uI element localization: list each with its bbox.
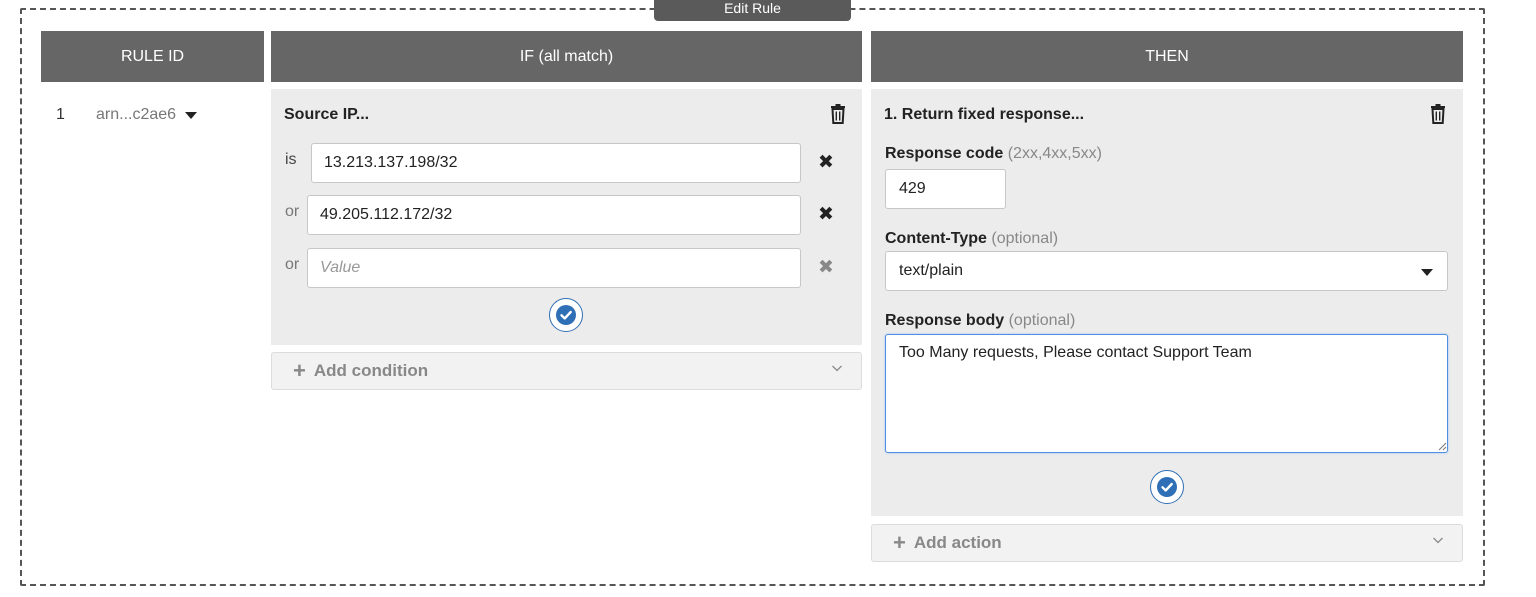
condition-title: Source IP... [284, 106, 370, 123]
close-icon[interactable]: ✖ [818, 205, 834, 225]
content-type-value: text/plain [899, 262, 964, 279]
chevron-down-icon [832, 365, 842, 372]
condition-operator: or [285, 256, 300, 273]
condition-operator: or [285, 203, 300, 220]
response-body-label: Response body (optional) [885, 312, 1076, 329]
checkmark-icon [556, 305, 576, 325]
source-ip-input[interactable] [307, 195, 801, 235]
header-if: IF (all match) [271, 31, 862, 82]
rule-number: 1 [56, 106, 65, 123]
condition-row: or ✖ [271, 248, 862, 288]
caret-down-icon [1421, 269, 1433, 276]
plus-icon: + [893, 530, 906, 555]
if-condition-panel: Source IP... is ✖ or ✖ or ✖ [271, 89, 862, 345]
content-type-label: Content-Type (optional) [885, 230, 1059, 247]
then-action-panel: 1. Return fixed response... Response cod… [871, 89, 1463, 516]
add-action-label: Add action [913, 533, 1002, 552]
content-type-hint: (optional) [991, 230, 1059, 247]
rule-arn-label: arn...c2ae6 [96, 106, 177, 123]
trash-icon[interactable] [1430, 104, 1446, 124]
edit-rule-tag: Edit Rule [654, 0, 851, 21]
condition-row: or ✖ [271, 195, 862, 235]
add-condition-label: Add condition [313, 361, 429, 380]
source-ip-input[interactable] [307, 248, 801, 288]
checkmark-icon [1157, 477, 1177, 497]
close-icon[interactable]: ✖ [818, 153, 834, 173]
trash-icon[interactable] [830, 104, 846, 124]
response-code-hint: (2xx,4xx,5xx) [1007, 145, 1102, 162]
confirm-action-button[interactable] [1150, 470, 1184, 504]
response-code-label: Response code (2xx,4xx,5xx) [885, 145, 1102, 162]
close-icon[interactable]: ✖ [818, 258, 834, 278]
response-body-hint: (optional) [1008, 312, 1076, 329]
action-title: 1. Return fixed response... [884, 106, 1085, 123]
source-ip-input[interactable] [311, 143, 801, 183]
add-condition-button[interactable]: + Add condition [271, 352, 862, 390]
condition-operator: is [285, 151, 297, 168]
rule-arn-dropdown[interactable]: arn...c2ae6 [96, 106, 198, 124]
chevron-down-icon [1433, 537, 1443, 544]
content-type-select[interactable]: text/plain [885, 251, 1448, 291]
condition-row: is ✖ [271, 143, 862, 183]
header-rule-id: RULE ID [41, 31, 264, 82]
caret-down-icon [185, 112, 198, 119]
plus-icon: + [293, 358, 306, 383]
header-then: THEN [871, 31, 1463, 82]
add-action-button[interactable]: + Add action [871, 524, 1463, 562]
response-code-input[interactable] [885, 169, 1006, 209]
confirm-condition-button[interactable] [549, 298, 583, 332]
response-body-textarea[interactable]: Too Many requests, Please contact Suppor… [885, 334, 1448, 453]
